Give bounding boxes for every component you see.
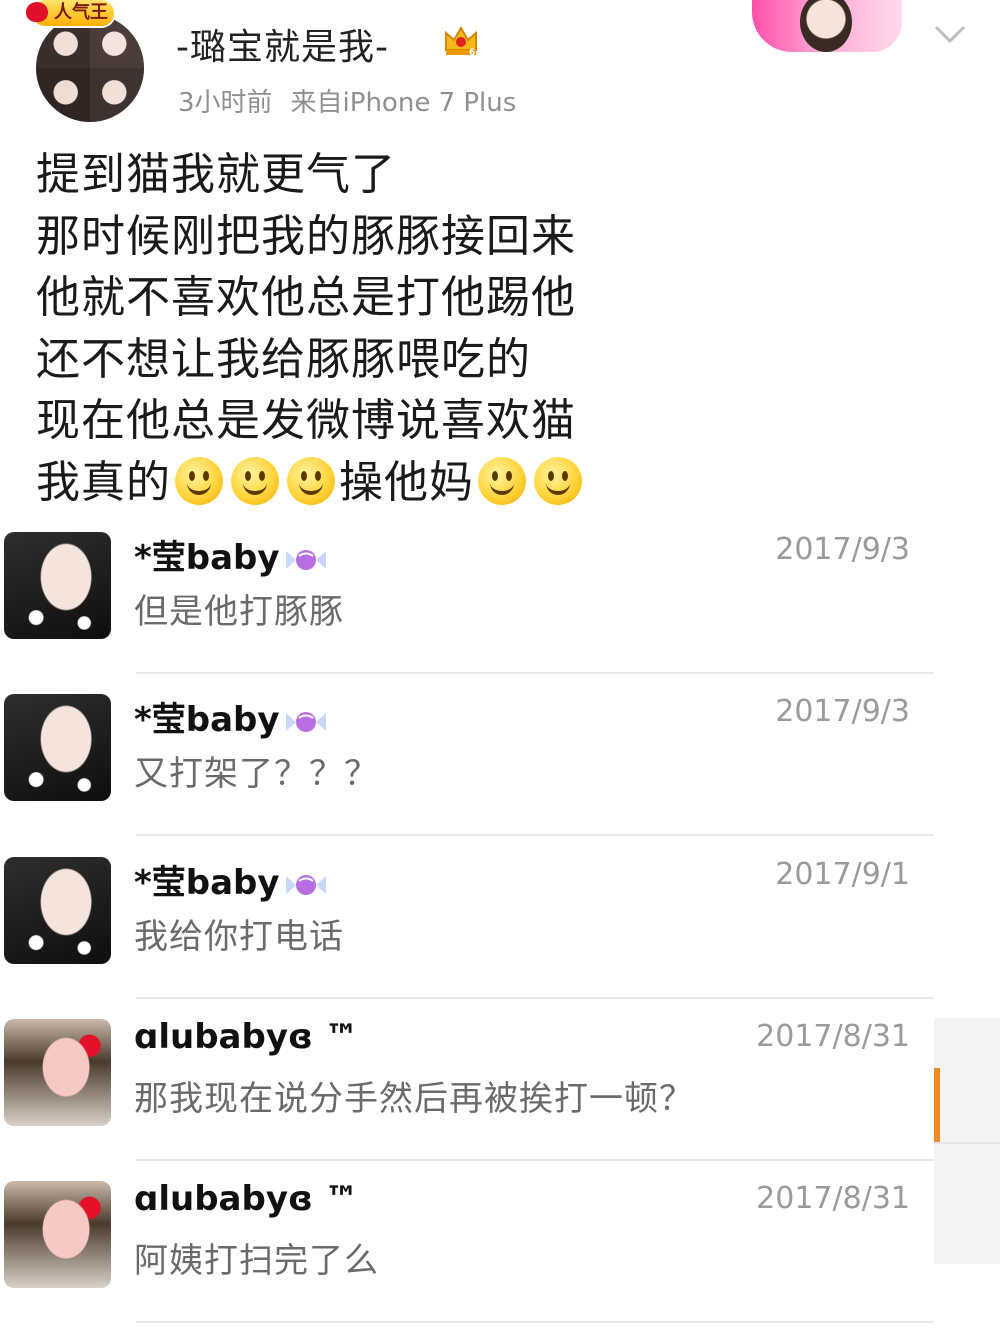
divider <box>136 672 934 674</box>
comment-item[interactable]: *莹baby 2017/9/3 但是他打豚豚 <box>0 520 1000 682</box>
candy-icon <box>285 874 326 895</box>
post-time: 3小时前 <box>178 88 273 118</box>
candy-icon <box>285 711 326 732</box>
comment-author[interactable]: ɑlubabyɞ ™ <box>134 1179 359 1219</box>
post-line-last: 我真的 操他妈 <box>36 452 676 514</box>
comment-author[interactable]: *莹baby <box>134 855 328 904</box>
comment-avatar[interactable] <box>4 694 111 801</box>
comment-item[interactable]: ɑlubabyɞ ™ 2017/8/31 那我现在说分手然后再被挨打一顿？ <box>0 1007 1000 1169</box>
author-name[interactable]: -璐宝就是我- <box>176 18 389 70</box>
comment-author-name[interactable]: *莹baby <box>134 863 280 903</box>
svg-text:6: 6 <box>469 48 475 58</box>
comment-author[interactable]: *莹baby <box>134 692 328 741</box>
post-meta: 3小时前 来自iPhone 7 Plus <box>178 82 534 119</box>
comment-item[interactable]: ɑlubabyɞ ™ 2017/8/31 阿姨打扫完了么 <box>0 1169 1000 1331</box>
smiley-emoji-icon <box>175 456 223 505</box>
post-source[interactable]: 来自iPhone 7 Plus <box>291 88 517 118</box>
smiley-emoji-icon <box>287 456 335 505</box>
post-line: 提到猫我就更气了 <box>36 149 396 200</box>
comment-date: 2017/9/3 <box>775 694 910 729</box>
comment-author[interactable]: ɑlubabyɞ ™ <box>134 1017 359 1057</box>
side-panel-edge <box>934 1018 1000 1264</box>
comment-author-name[interactable]: ɑlubabyɞ ™ <box>134 1017 359 1057</box>
post-line: 那时候刚把我的豚豚接回来 <box>36 210 576 262</box>
post-line: 他就不喜欢他总是打他踢他 <box>36 272 576 323</box>
comment-author-name[interactable]: ɑlubabyɞ ™ <box>134 1179 359 1219</box>
post-line-part: 操他妈 <box>339 456 474 508</box>
post-line: 还不想让我给豚豚喂吃的 <box>36 333 531 385</box>
comment-avatar[interactable] <box>4 1019 111 1126</box>
popularity-badge: 人气王 <box>26 0 114 26</box>
post-header: 人气王 -璐宝就是我- 6 3小时前 来自iPhone 7 Plus <box>0 0 1000 130</box>
comment-avatar[interactable] <box>4 1181 111 1288</box>
divider <box>136 1159 934 1161</box>
comment-author-name[interactable]: *莹baby <box>134 700 280 740</box>
accent-bar <box>934 1068 940 1142</box>
comment-date: 2017/8/31 <box>756 1181 910 1216</box>
comment-text: 但是他打豚豚 <box>134 592 344 632</box>
header-decoration <box>752 0 902 52</box>
post-content: 提到猫我就更气了 那时候刚把我的豚豚接回来 他就不喜欢他总是打他踢他 还不想让我… <box>36 144 676 513</box>
chevron-down-icon[interactable] <box>934 24 966 44</box>
author-avatar[interactable] <box>36 14 144 122</box>
post-line: 现在他总是发微博说喜欢猫 <box>36 395 576 446</box>
divider <box>136 997 934 999</box>
comment-text: 那我现在说分手然后再被挨打一顿？ <box>134 1079 694 1119</box>
divider <box>136 1321 934 1323</box>
candy-icon <box>285 549 326 570</box>
smiley-emoji-icon <box>478 456 526 505</box>
smiley-emoji-icon <box>534 456 582 505</box>
comment-text: 又打架了？？？ <box>134 754 379 794</box>
comment-author[interactable]: *莹baby <box>134 530 328 579</box>
comment-date: 2017/9/3 <box>775 532 910 567</box>
crown-icon[interactable]: 6 <box>443 24 479 58</box>
divider <box>934 1142 1000 1144</box>
comment-date: 2017/8/31 <box>756 1019 910 1054</box>
comment-avatar[interactable] <box>4 532 111 639</box>
smiley-emoji-icon <box>231 456 279 505</box>
comment-text: 我给你打电话 <box>134 917 344 957</box>
comment-date: 2017/9/1 <box>775 857 910 892</box>
comment-avatar[interactable] <box>4 857 111 964</box>
comment-item[interactable]: *莹baby 2017/9/1 我给你打电话 <box>0 845 1000 1007</box>
comment-text: 阿姨打扫完了么 <box>134 1241 379 1281</box>
post-line-part: 我真的 <box>36 456 171 508</box>
comment-item[interactable]: *莹baby 2017/9/3 又打架了？？？ <box>0 682 1000 844</box>
divider <box>136 834 934 836</box>
comment-author-name[interactable]: *莹baby <box>134 538 280 578</box>
